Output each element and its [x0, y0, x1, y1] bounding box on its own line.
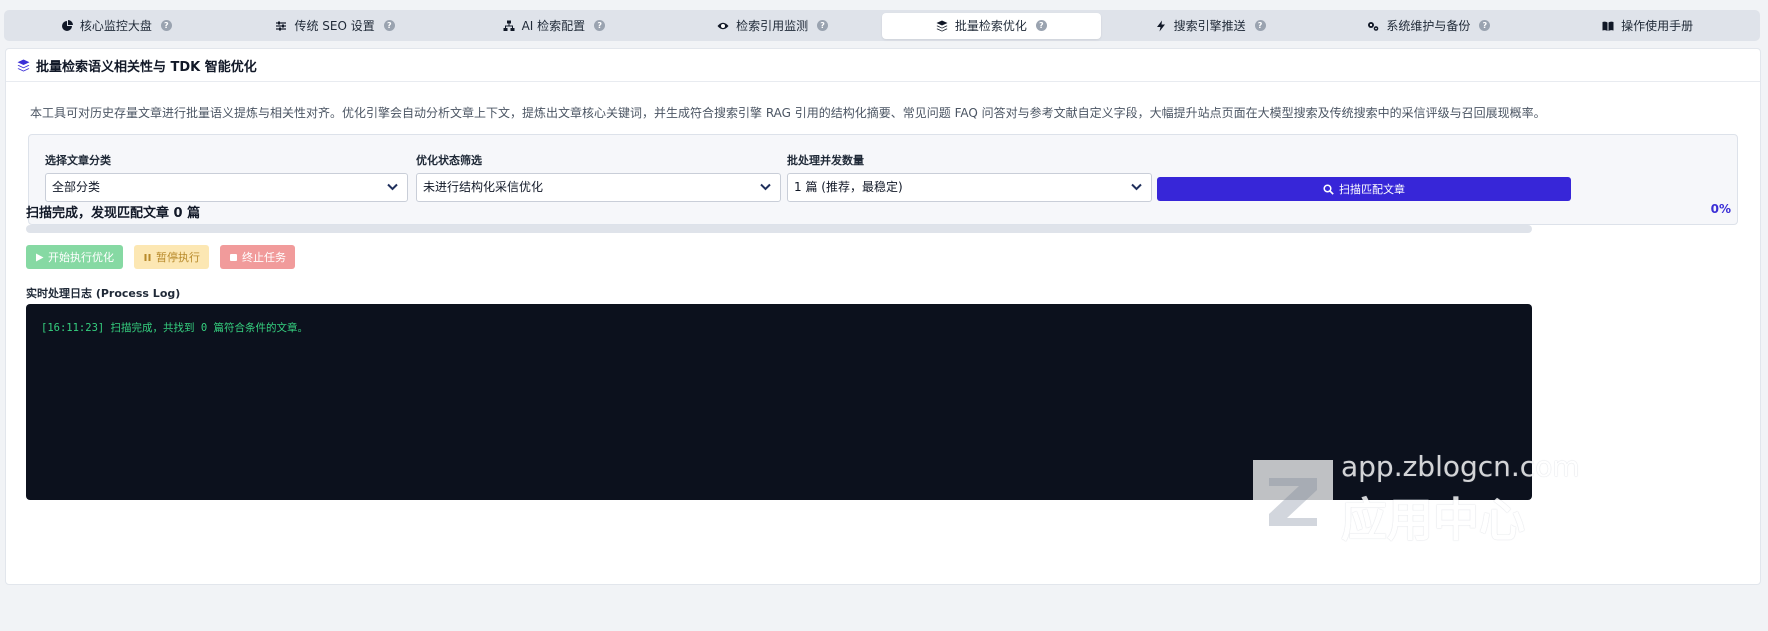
help-icon[interactable]: ? [1035, 20, 1047, 31]
process-log-label: 实时处理日志 (Process Log) [26, 287, 181, 300]
status-filter-value: 未进行结构化采信优化 [423, 180, 544, 194]
tool-description: 本工具可对历史存量文章进行批量语义提炼与相关性对齐。优化引擎会自动分析文章上下文… [30, 106, 1546, 120]
book-icon [1602, 21, 1614, 31]
progress-bar [26, 225, 1532, 233]
help-icon[interactable]: ? [817, 20, 829, 31]
chevron-down-icon [1131, 183, 1142, 191]
concurrency-value: 1 篇 (推荐，最稳定) [794, 180, 903, 194]
watermark: app.zblogcn.com 应用中心 [1253, 450, 1768, 547]
tab-label: 检索引用监测 [736, 19, 809, 33]
watermark-url: app.zblogcn.com [1341, 450, 1580, 483]
panel-header: 批量检索语义相关性与 TDK 智能优化 [6, 49, 1760, 82]
tab-label: 核心监控大盘 [79, 19, 152, 33]
watermark-name: 应用中心 [1341, 493, 1525, 547]
gears-icon [1368, 21, 1379, 31]
help-icon[interactable]: ? [1479, 20, 1491, 31]
scan-articles-button[interactable]: 扫描匹配文章 [1157, 177, 1571, 201]
help-icon[interactable]: ? [1254, 20, 1266, 31]
pause-button[interactable]: 暂停执行 [134, 245, 209, 269]
panel-title: 批量检索语义相关性与 TDK 智能优化 [36, 59, 257, 75]
stop-icon [230, 253, 237, 261]
category-select[interactable]: 全部分类 [45, 173, 408, 202]
action-buttons: 开始执行优化 暂停执行 终止任务 [26, 245, 295, 269]
tab-bar: 核心监控大盘 ? 传统 SEO 设置 ? AI 检索配置 ? 检索引用监测 ? … [4, 10, 1760, 41]
zblog-logo-icon [1253, 460, 1333, 540]
tab-label: AI 检索配置 [521, 19, 586, 33]
concurrency-label: 批处理并发数量 [787, 154, 864, 167]
tab-label: 批量检索优化 [954, 19, 1027, 33]
layers-icon [17, 59, 30, 71]
category-value: 全部分类 [52, 180, 101, 194]
pie-chart-icon [61, 19, 73, 31]
play-icon [36, 253, 44, 261]
tab-ai-retrieval[interactable]: AI 检索配置 ? [445, 13, 664, 39]
chevron-down-icon [387, 183, 398, 191]
progress-percent: 0% [1710, 202, 1731, 216]
start-button-label: 开始执行优化 [48, 251, 114, 264]
help-icon[interactable]: ? [594, 20, 606, 31]
filter-box: 选择文章分类 全部分类 优化状态筛选 未进行结构化采信优化 批处理并发数量 1 … [28, 134, 1738, 225]
tab-label: 传统 SEO 设置 [294, 19, 375, 33]
category-label: 选择文章分类 [45, 154, 111, 167]
tab-manual[interactable]: 操作使用手册 [1538, 13, 1757, 39]
tab-label: 搜索引擎推送 [1173, 19, 1246, 33]
bolt-icon [1156, 20, 1165, 31]
layers-icon [936, 20, 948, 31]
chevron-down-icon [760, 183, 771, 191]
tab-label: 系统维护与备份 [1386, 19, 1471, 33]
concurrency-select[interactable]: 1 篇 (推荐，最稳定) [787, 173, 1152, 202]
stop-button-label: 终止任务 [242, 251, 286, 264]
tab-search-push[interactable]: 搜索引擎推送 ? [1101, 13, 1320, 39]
log-line: [16:11:23] 扫描完成，共找到 0 篇符合条件的文章。 [41, 322, 309, 334]
scan-status-text: 扫描完成，发现匹配文章 0 篇 [26, 206, 201, 221]
sliders-icon [276, 21, 287, 30]
tab-batch-optimize[interactable]: 批量检索优化 ? [882, 12, 1101, 39]
pause-icon [144, 253, 151, 261]
sitemap-icon [503, 20, 515, 31]
tab-maintenance[interactable]: 系统维护与备份 ? [1320, 13, 1539, 39]
tab-label: 操作使用手册 [1621, 19, 1694, 33]
eye-icon [717, 22, 729, 29]
help-icon[interactable]: ? [383, 20, 395, 31]
status-filter-select[interactable]: 未进行结构化采信优化 [416, 173, 781, 202]
status-filter-label: 优化状态筛选 [416, 154, 482, 167]
search-icon [1323, 183, 1334, 195]
help-icon[interactable]: ? [160, 20, 172, 31]
start-optimize-button[interactable]: 开始执行优化 [26, 245, 123, 269]
tab-citation-monitor[interactable]: 检索引用监测 ? [663, 13, 882, 39]
pause-button-label: 暂停执行 [156, 251, 200, 264]
tab-seo-settings[interactable]: 传统 SEO 设置 ? [226, 13, 445, 39]
tab-dashboard[interactable]: 核心监控大盘 ? [7, 13, 226, 39]
stop-task-button[interactable]: 终止任务 [220, 245, 295, 269]
scan-button-label: 扫描匹配文章 [1339, 183, 1405, 196]
